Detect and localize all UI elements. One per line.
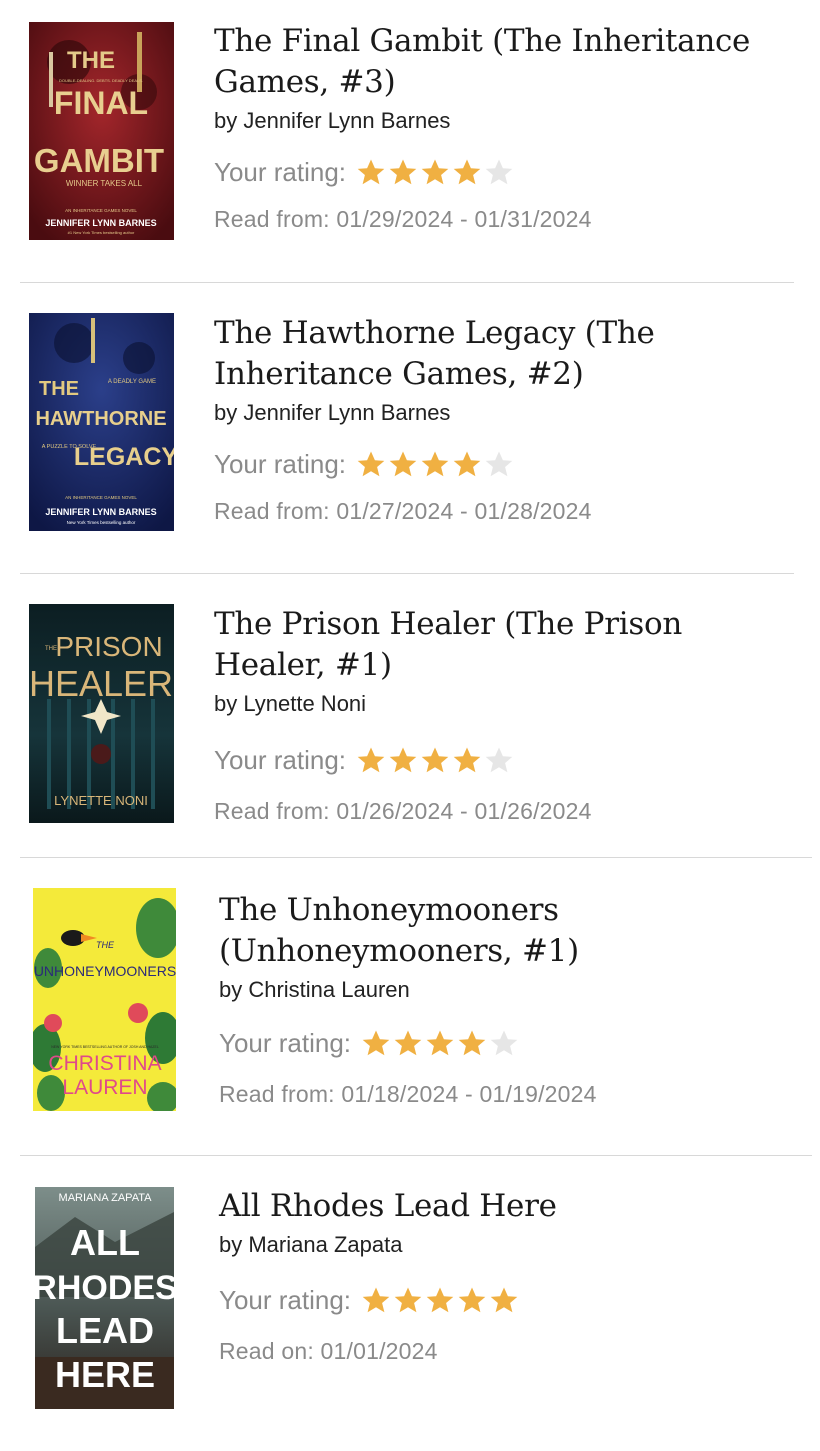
star-filled-icon[interactable] [420, 450, 450, 479]
star-filled-icon[interactable] [425, 1029, 455, 1058]
cover-text: RHODES [35, 1269, 174, 1307]
cover-text: NEW YORK TIMES BESTSELLING AUTHOR OF JOS… [51, 1045, 159, 1049]
cover-text: UNHONEYMOONERS [34, 963, 176, 979]
star-filled-icon[interactable] [425, 1286, 455, 1315]
cover-text: LAUREN [62, 1076, 147, 1099]
book-title[interactable]: The Unhoneymooners (Unhoneymooners, #1) [219, 890, 800, 972]
star-filled-icon[interactable] [393, 1286, 423, 1315]
star-filled-icon[interactable] [361, 1029, 391, 1058]
rating-row: Your rating: [214, 157, 800, 188]
star-filled-icon[interactable] [356, 746, 386, 775]
cover-art-hawthorne-legacy: THE A DEADLY GAME HAWTHORNE A PUZZLE TO … [29, 313, 174, 531]
cover-art-prison-healer: THE PRISON HEALER LYNETTE NONI [29, 604, 174, 823]
read-dates: Read from: 01/18/2024 - 01/19/2024 [219, 1081, 597, 1107]
cover-text: New York Times bestselling author [67, 520, 136, 525]
book-author[interactable]: by Christina Lauren [219, 977, 800, 1003]
cover-text: JENNIFER LYNN BARNES [45, 218, 156, 228]
book-row[interactable]: THE UNHONEYMOONERS NEW YORK TIMES BESTSE… [0, 858, 820, 1155]
read-dates: Read from: 01/26/2024 - 01/26/2024 [214, 798, 592, 824]
cover-text: HERE [55, 1354, 155, 1395]
star-filled-icon[interactable] [457, 1029, 487, 1058]
rating-row: Your rating: [214, 745, 800, 776]
star-filled-icon[interactable] [452, 450, 482, 479]
book-cover[interactable]: MARIANA ZAPATA ALL RHODES LEAD HERE [35, 1187, 174, 1409]
cover-text: AN INHERITANCE GAMES NOVEL [65, 208, 137, 213]
book-author[interactable]: by Jennifer Lynn Barnes [214, 400, 800, 426]
read-dates: Read from: 01/27/2024 - 01/28/2024 [214, 498, 592, 524]
cover-text: CHRISTINA [48, 1052, 161, 1075]
book-cover[interactable]: THE PRISON HEALER LYNETTE NONI [29, 604, 174, 823]
star-empty-icon[interactable] [484, 746, 514, 775]
cover-text: FINAL [54, 85, 148, 121]
rating-row: Your rating: [214, 449, 800, 480]
rating-label: Your rating: [214, 157, 347, 187]
cover-art-unhoneymooners: THE UNHONEYMOONERS NEW YORK TIMES BESTSE… [33, 888, 176, 1111]
rating-label: Your rating: [219, 1028, 352, 1058]
cover-text: LEGACY [74, 443, 174, 471]
star-filled-icon[interactable] [356, 158, 386, 187]
cover-text: LEAD [56, 1310, 154, 1351]
star-empty-icon[interactable] [484, 158, 514, 187]
star-filled-icon[interactable] [420, 746, 450, 775]
book-cover[interactable]: THE DOUBLE-DEALING. DEBTS. DEADLY DEALS.… [29, 22, 174, 240]
cover-text: PRISON [55, 631, 162, 662]
book-cover[interactable]: THE UNHONEYMOONERS NEW YORK TIMES BESTSE… [33, 888, 176, 1111]
read-dates: Read from: 01/29/2024 - 01/31/2024 [214, 206, 592, 232]
rating-row: Your rating: [219, 1028, 800, 1059]
rating-label: Your rating: [219, 1285, 352, 1315]
book-title[interactable]: The Prison Healer (The Prison Healer, #1… [214, 604, 800, 686]
book-author[interactable]: by Jennifer Lynn Barnes [214, 108, 800, 134]
star-empty-icon[interactable] [484, 450, 514, 479]
star-empty-icon[interactable] [489, 1029, 519, 1058]
book-title[interactable]: The Final Gambit (The Inheritance Games,… [214, 21, 800, 103]
cover-text: LYNETTE NONI [54, 793, 148, 808]
book-title[interactable]: All Rhodes Lead Here [219, 1186, 800, 1227]
cover-text: AN INHERITANCE GAMES NOVEL [65, 495, 137, 500]
read-dates: Read on: 01/01/2024 [219, 1338, 438, 1364]
cover-art-final-gambit: THE DOUBLE-DEALING. DEBTS. DEADLY DEALS.… [29, 22, 174, 240]
star-filled-icon[interactable] [361, 1286, 391, 1315]
cover-text: DOUBLE-DEALING. DEBTS. DEADLY DEALS. [59, 78, 143, 83]
cover-text: THE [67, 47, 115, 74]
star-filled-icon[interactable] [388, 158, 418, 187]
star-filled-icon[interactable] [489, 1286, 519, 1315]
cover-text: WINNER TAKES ALL [66, 179, 143, 188]
rating-row: Your rating: [219, 1285, 800, 1316]
cover-text: ALL [70, 1222, 140, 1263]
star-rating[interactable] [361, 1286, 519, 1315]
book-cover[interactable]: THE A DEADLY GAME HAWTHORNE A PUZZLE TO … [29, 313, 174, 531]
cover-text: THE [96, 940, 115, 950]
star-filled-icon[interactable] [393, 1029, 423, 1058]
book-author[interactable]: by Lynette Noni [214, 691, 800, 717]
cover-art-all-rhodes-lead-here: MARIANA ZAPATA ALL RHODES LEAD HERE [35, 1187, 174, 1409]
star-filled-icon[interactable] [457, 1286, 487, 1315]
book-row[interactable]: MARIANA ZAPATA ALL RHODES LEAD HERE All … [0, 1156, 820, 1451]
book-row[interactable]: THE DOUBLE-DEALING. DEBTS. DEADLY DEALS.… [0, 0, 820, 282]
star-filled-icon[interactable] [356, 450, 386, 479]
cover-text: HAWTHORNE [35, 408, 166, 430]
star-filled-icon[interactable] [452, 746, 482, 775]
book-author[interactable]: by Mariana Zapata [219, 1232, 800, 1258]
book-row[interactable]: THE A DEADLY GAME HAWTHORNE A PUZZLE TO … [0, 283, 820, 573]
cover-text: JENNIFER LYNN BARNES [45, 507, 156, 517]
star-filled-icon[interactable] [388, 450, 418, 479]
cover-text: THE [39, 378, 79, 400]
star-rating[interactable] [356, 450, 514, 479]
rating-label: Your rating: [214, 745, 347, 775]
star-rating[interactable] [356, 746, 514, 775]
cover-text: A DEADLY GAME [108, 379, 156, 385]
star-filled-icon[interactable] [420, 158, 450, 187]
cover-text: HEALER [29, 663, 173, 704]
star-rating[interactable] [361, 1029, 519, 1058]
book-title[interactable]: The Hawthorne Legacy (The Inheritance Ga… [214, 313, 800, 395]
star-filled-icon[interactable] [388, 746, 418, 775]
rating-label: Your rating: [214, 449, 347, 479]
cover-text: #1 New York Times bestselling author [68, 230, 135, 235]
cover-text: GAMBIT [34, 142, 164, 179]
book-row[interactable]: THE PRISON HEALER LYNETTE NONI The Priso… [0, 574, 820, 857]
cover-text: MARIANA ZAPATA [59, 1192, 153, 1204]
star-filled-icon[interactable] [452, 158, 482, 187]
star-rating[interactable] [356, 158, 514, 187]
